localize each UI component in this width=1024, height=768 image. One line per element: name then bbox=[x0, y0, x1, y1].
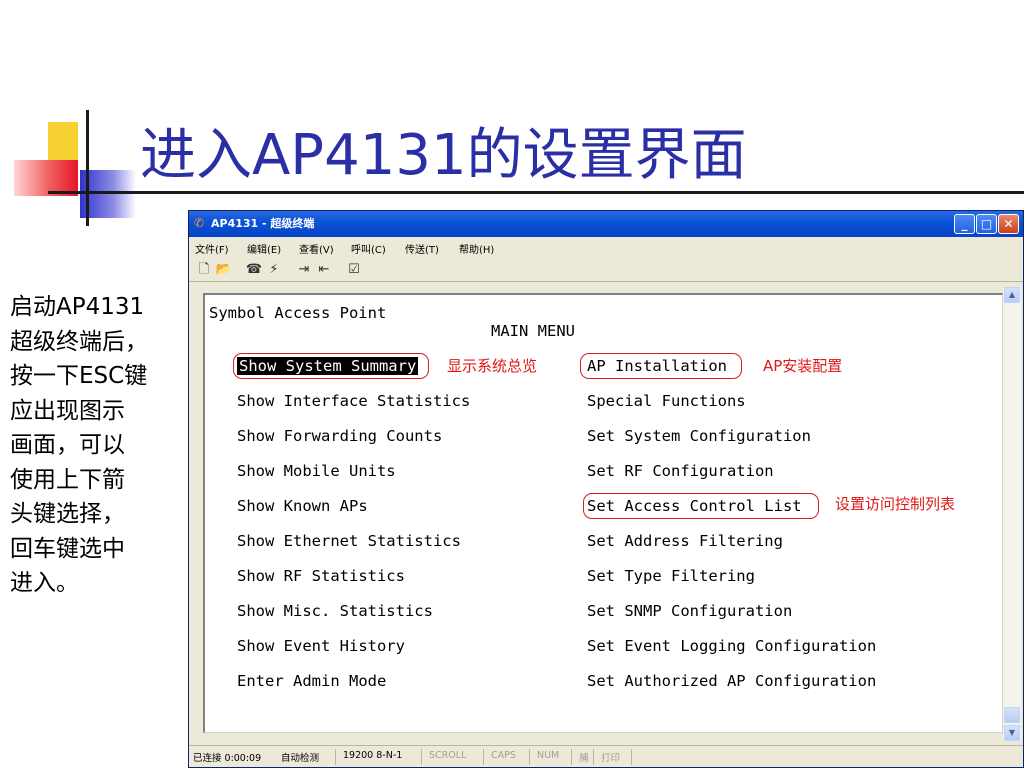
menu-item-event-logging[interactable]: Set Event Logging Configuration bbox=[587, 636, 876, 656]
deco-vertical-line bbox=[86, 110, 89, 226]
window-titlebar[interactable]: ✆ AP4131 - 超级终端 _ □ ✕ bbox=[189, 211, 1023, 237]
status-separator bbox=[483, 749, 484, 765]
window-title: AP4131 - 超级终端 bbox=[211, 217, 315, 230]
open-icon[interactable]: 📂 bbox=[215, 261, 233, 278]
menu-item-rf-configuration[interactable]: Set RF Configuration bbox=[587, 461, 774, 481]
menu-bar: 文件(F) 编辑(E) 查看(V) 呼叫(C) 传送(T) 帮助(H) bbox=[189, 238, 1023, 258]
receive-icon[interactable]: ⇤ bbox=[315, 261, 333, 278]
menu-edit[interactable]: 编辑(E) bbox=[247, 241, 281, 256]
annotation-access-control: 设置访问控制列表 bbox=[835, 495, 956, 513]
menu-item-known-aps[interactable]: Show Known APs bbox=[237, 496, 368, 516]
menu-view[interactable]: 查看(V) bbox=[299, 241, 334, 256]
close-button[interactable]: ✕ bbox=[998, 214, 1019, 234]
status-detect: 自动检测 bbox=[281, 753, 320, 764]
send-icon[interactable]: ⇥ bbox=[295, 261, 313, 278]
menu-item-event-history[interactable]: Show Event History bbox=[237, 636, 405, 656]
status-print: 打印 bbox=[601, 753, 621, 764]
minimize-button[interactable]: _ bbox=[954, 214, 975, 234]
status-separator bbox=[593, 749, 594, 765]
menu-item-type-filtering[interactable]: Set Type Filtering bbox=[587, 566, 755, 586]
status-separator bbox=[421, 749, 422, 765]
call-icon[interactable]: ☎ bbox=[245, 261, 263, 278]
toolbar: 🗋 📂 ☎ ⚡ ⇥ ⇤ ☑ bbox=[189, 258, 1023, 282]
annotation-ap-installation: AP安装配置 bbox=[763, 357, 843, 375]
highlight-system-summary bbox=[233, 353, 429, 379]
menu-item-mobile-units[interactable]: Show Mobile Units bbox=[237, 461, 396, 481]
menu-item-misc-statistics[interactable]: Show Misc. Statistics bbox=[237, 601, 433, 621]
menu-file[interactable]: 文件(F) bbox=[195, 241, 229, 256]
scroll-up-icon[interactable]: ▲ bbox=[1004, 287, 1020, 303]
slide-title: 进入AP4131的设置界面 bbox=[140, 123, 747, 188]
deco-yellow-square bbox=[48, 122, 78, 162]
menu-item-snmp-configuration[interactable]: Set SNMP Configuration bbox=[587, 601, 792, 621]
vertical-scrollbar[interactable]: ▲ ▼ bbox=[1003, 287, 1021, 741]
menu-item-address-filtering[interactable]: Set Address Filtering bbox=[587, 531, 783, 551]
annotation-system-summary: 显示系统总览 bbox=[447, 357, 538, 375]
status-connected: 已连接 0:00:09 bbox=[193, 753, 262, 764]
hyperterminal-window: ✆ AP4131 - 超级终端 _ □ ✕ 文件(F) 编辑(E) 查看(V) … bbox=[188, 210, 1024, 768]
highlight-access-control-list bbox=[583, 493, 819, 519]
slide-instructions: 启动AP4131 超级终端后， 按一下ESC键 应出现图示 画面，可以 使用上下… bbox=[10, 294, 148, 596]
menu-item-ethernet-statistics[interactable]: Show Ethernet Statistics bbox=[237, 531, 461, 551]
status-separator bbox=[529, 749, 530, 765]
menu-item-enter-admin-mode[interactable]: Enter Admin Mode bbox=[237, 671, 386, 691]
status-separator bbox=[335, 749, 336, 765]
disconnect-icon[interactable]: ⚡ bbox=[265, 261, 283, 278]
status-baud: 19200 8-N-1 bbox=[343, 750, 403, 761]
menu-item-authorized-ap[interactable]: Set Authorized AP Configuration bbox=[587, 671, 876, 691]
status-scroll: SCROLL bbox=[429, 750, 467, 761]
menu-item-system-configuration[interactable]: Set System Configuration bbox=[587, 426, 811, 446]
maximize-button[interactable]: □ bbox=[976, 214, 997, 234]
status-caps: CAPS bbox=[491, 750, 516, 761]
status-separator bbox=[631, 749, 632, 765]
terminal-screen[interactable]: Symbol Access Point MAIN MENU Show Syste… bbox=[203, 293, 1003, 733]
hyperterminal-icon: ✆ bbox=[194, 216, 205, 230]
main-menu-title: MAIN MENU bbox=[491, 322, 575, 340]
status-capture: 捕 bbox=[579, 753, 589, 764]
deco-horizontal-line bbox=[48, 191, 1024, 194]
new-icon[interactable]: 🗋 bbox=[195, 261, 213, 278]
menu-call[interactable]: 呼叫(C) bbox=[351, 241, 386, 256]
highlight-ap-installation bbox=[580, 353, 742, 379]
status-separator bbox=[571, 749, 572, 765]
menu-item-forwarding-counts[interactable]: Show Forwarding Counts bbox=[237, 426, 442, 446]
menu-transfer[interactable]: 传送(T) bbox=[405, 241, 439, 256]
menu-item-special-functions[interactable]: Special Functions bbox=[587, 391, 746, 411]
status-bar: 已连接 0:00:09 自动检测 19200 8-N-1 SCROLL CAPS… bbox=[189, 745, 1023, 767]
scroll-down-icon[interactable]: ▼ bbox=[1004, 725, 1020, 741]
menu-item-rf-statistics[interactable]: Show RF Statistics bbox=[237, 566, 405, 586]
terminal-header: Symbol Access Point bbox=[209, 304, 387, 322]
scroll-thumb[interactable] bbox=[1004, 707, 1020, 723]
status-num: NUM bbox=[537, 750, 560, 761]
menu-item-interface-statistics[interactable]: Show Interface Statistics bbox=[237, 391, 470, 411]
properties-icon[interactable]: ☑ bbox=[345, 261, 363, 278]
menu-help[interactable]: 帮助(H) bbox=[459, 241, 494, 256]
